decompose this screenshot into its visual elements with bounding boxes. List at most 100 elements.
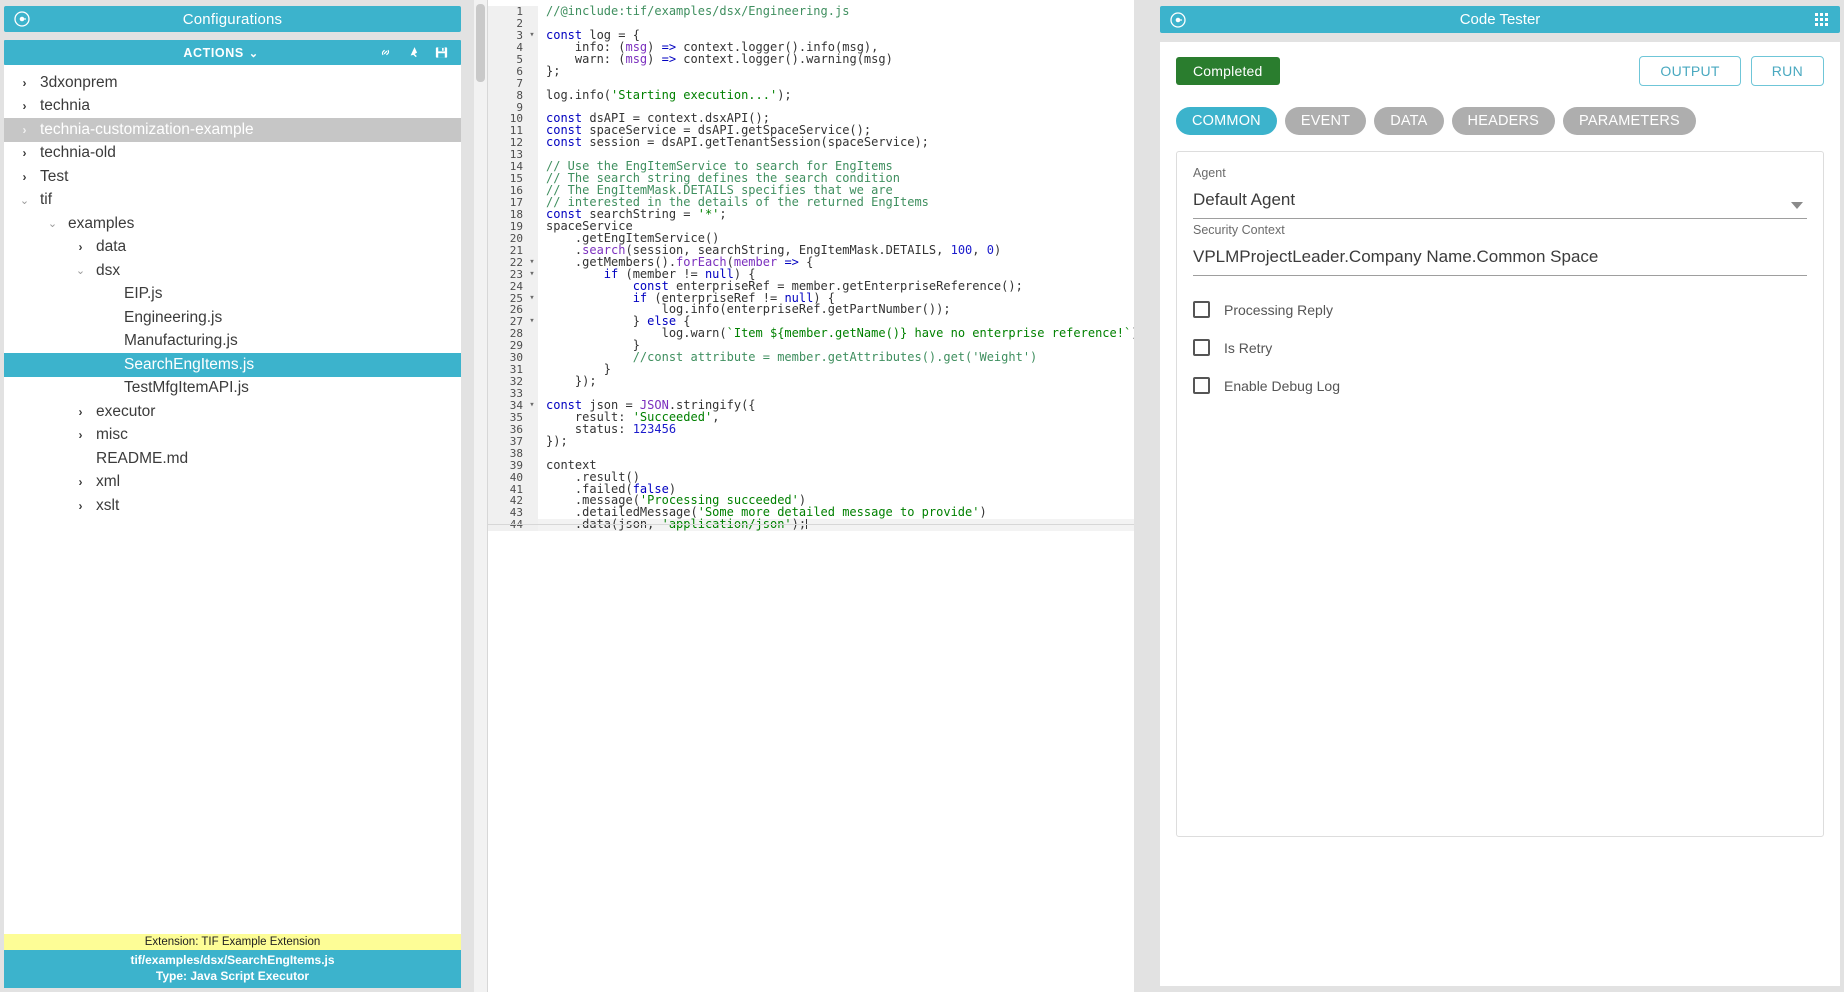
chevron-right-icon[interactable]: › (74, 475, 87, 489)
fold-spacer (526, 436, 538, 448)
actions-menu-button[interactable]: ACTIONS⌄ (4, 46, 378, 60)
configuration-tree[interactable]: ›3dxonprem›technia›technia-customization… (4, 65, 461, 934)
back-circle-icon[interactable] (1170, 12, 1186, 28)
chevron-down-icon[interactable]: ⌄ (74, 264, 87, 277)
code-line[interactable]: 12const session = dsAPI.getTenantSession… (488, 137, 1134, 149)
editor-scrollbar[interactable] (474, 0, 488, 992)
tree-item-label: Engineering.js (115, 309, 222, 327)
tree-item-label: xml (87, 473, 120, 491)
tree-item-examples[interactable]: ⌄examples (4, 212, 461, 236)
fold-spacer (526, 161, 538, 173)
code-text: }); (538, 436, 568, 448)
agent-value[interactable]: Default Agent (1193, 180, 1807, 218)
processing-reply-checkbox[interactable] (1193, 301, 1210, 318)
tree-item-technia[interactable]: ›technia (4, 95, 461, 119)
chevron-right-icon[interactable]: › (74, 405, 87, 419)
tab-headers[interactable]: HEADERS (1452, 107, 1556, 135)
save-icon[interactable] (434, 45, 449, 60)
tree-item-misc[interactable]: ›misc (4, 424, 461, 448)
tree-item-searchengitems-js[interactable]: ›SearchEngItems.js (4, 353, 461, 377)
code-line[interactable]: 37}); (488, 436, 1134, 448)
code-editor[interactable]: 1//@include:tif/examples/dsx/Engineering… (488, 0, 1134, 992)
chevron-down-icon[interactable]: ⌄ (18, 194, 31, 207)
chevron-right-icon[interactable]: › (74, 240, 87, 254)
tree-item-testmfgitemapi-js[interactable]: ›TestMfgItemAPI.js (4, 377, 461, 401)
actions-toolbar: ACTIONS⌄ (4, 40, 461, 65)
is-retry-checkbox-row[interactable]: Is Retry (1193, 339, 1807, 356)
fold-toggle-icon[interactable]: ▾ (526, 257, 538, 269)
is-retry-checkbox[interactable] (1193, 339, 1210, 356)
code-line[interactable]: 32 }); (488, 376, 1134, 388)
tree-item-dsx[interactable]: ⌄dsx (4, 259, 461, 283)
tree-item-label: SearchEngItems.js (115, 356, 254, 374)
link-icon[interactable] (378, 45, 393, 60)
tree-item-label: data (87, 238, 126, 256)
code-text: .data(json, 'application/json'); (538, 519, 807, 531)
chevron-right-icon[interactable]: › (18, 146, 31, 160)
code-line[interactable]: 36 status: 123456 (488, 424, 1134, 436)
code-line[interactable]: 44 .data(json, 'application/json'); (488, 519, 1134, 531)
tree-item-3dxonprem[interactable]: ›3dxonprem (4, 71, 461, 95)
grid-menu-icon[interactable] (1815, 13, 1829, 27)
tab-parameters[interactable]: PARAMETERS (1563, 107, 1696, 135)
agent-field[interactable]: AgentDefault Agent (1193, 166, 1807, 223)
tree-item-xml[interactable]: ›xml (4, 471, 461, 495)
file-status-bar: tif/examples/dsx/SearchEngItems.js Type:… (4, 950, 461, 988)
enable-debug-log-checkbox-row[interactable]: Enable Debug Log (1193, 377, 1807, 394)
code-line[interactable]: 5 warn: (msg) => context.logger().warnin… (488, 54, 1134, 66)
run-button[interactable]: RUN (1751, 56, 1824, 86)
tree-item-technia-old[interactable]: ›technia-old (4, 142, 461, 166)
code-text (538, 102, 546, 114)
fold-toggle-icon[interactable]: ▾ (526, 400, 538, 412)
tree-item-manufacturing-js[interactable]: ›Manufacturing.js (4, 330, 461, 354)
fold-toggle-icon[interactable]: ▾ (526, 316, 538, 328)
fold-toggle-icon[interactable]: ▾ (526, 30, 538, 42)
tree-item-executor[interactable]: ›executor (4, 400, 461, 424)
fold-spacer (526, 185, 538, 197)
fold-toggle-icon[interactable]: ▾ (526, 293, 538, 305)
security-context-field[interactable]: Security ContextVPLMProjectLeader.Compan… (1193, 223, 1807, 280)
chevron-right-icon[interactable]: › (74, 428, 87, 442)
pointer-icon[interactable] (406, 45, 421, 60)
code-text (538, 18, 546, 30)
chevron-right-icon[interactable]: › (18, 76, 31, 90)
processing-reply-checkbox-row[interactable]: Processing Reply (1193, 301, 1807, 318)
output-button[interactable]: OUTPUT (1639, 56, 1740, 86)
line-number: 23 (488, 269, 526, 281)
chevron-right-icon[interactable]: › (18, 170, 31, 184)
tree-item-eip-js[interactable]: ›EIP.js (4, 283, 461, 307)
chevron-right-icon[interactable]: › (74, 499, 87, 513)
line-number: 22 (488, 257, 526, 269)
tree-item-xslt[interactable]: ›xslt (4, 494, 461, 518)
chevron-right-icon[interactable]: › (18, 99, 31, 113)
code-text (538, 388, 546, 400)
tree-item-test[interactable]: ›Test (4, 165, 461, 189)
tab-event[interactable]: EVENT (1285, 107, 1366, 135)
fold-spacer (526, 197, 538, 209)
chevron-down-icon[interactable] (1791, 202, 1803, 209)
tab-common[interactable]: COMMON (1176, 107, 1277, 135)
editor-scroll-thumb[interactable] (476, 4, 485, 82)
fold-toggle-icon[interactable]: ▾ (526, 269, 538, 281)
tree-item-technia-customization-example[interactable]: ›technia-customization-example (4, 118, 461, 142)
code-line[interactable]: 6}; (488, 66, 1134, 78)
tree-item-data[interactable]: ›data (4, 236, 461, 260)
code-text: const session = dsAPI.getTenantSession(s… (538, 137, 929, 149)
tree-item-engineering-js[interactable]: ›Engineering.js (4, 306, 461, 330)
tree-item-tif[interactable]: ⌄tif (4, 189, 461, 213)
tree-item-label: examples (59, 215, 134, 233)
fold-spacer (526, 304, 538, 316)
code-text: //const attribute = member.getAttributes… (538, 352, 1037, 364)
configurations-header: Configurations (4, 6, 461, 32)
tab-data[interactable]: DATA (1374, 107, 1443, 135)
enable-debug-log-checkbox[interactable] (1193, 377, 1210, 394)
line-number: 7 (488, 78, 526, 90)
fold-spacer (526, 281, 538, 293)
tree-item-readme-md[interactable]: ›README.md (4, 447, 461, 471)
code-line[interactable]: 1//@include:tif/examples/dsx/Engineering… (488, 6, 1134, 18)
chevron-right-icon[interactable]: › (18, 123, 31, 137)
back-circle-icon[interactable] (14, 11, 30, 27)
security-context-value[interactable]: VPLMProjectLeader.Company Name.Common Sp… (1193, 237, 1807, 275)
code-line[interactable]: 8log.info('Starting execution...'); (488, 90, 1134, 102)
chevron-down-icon[interactable]: ⌄ (46, 217, 59, 230)
